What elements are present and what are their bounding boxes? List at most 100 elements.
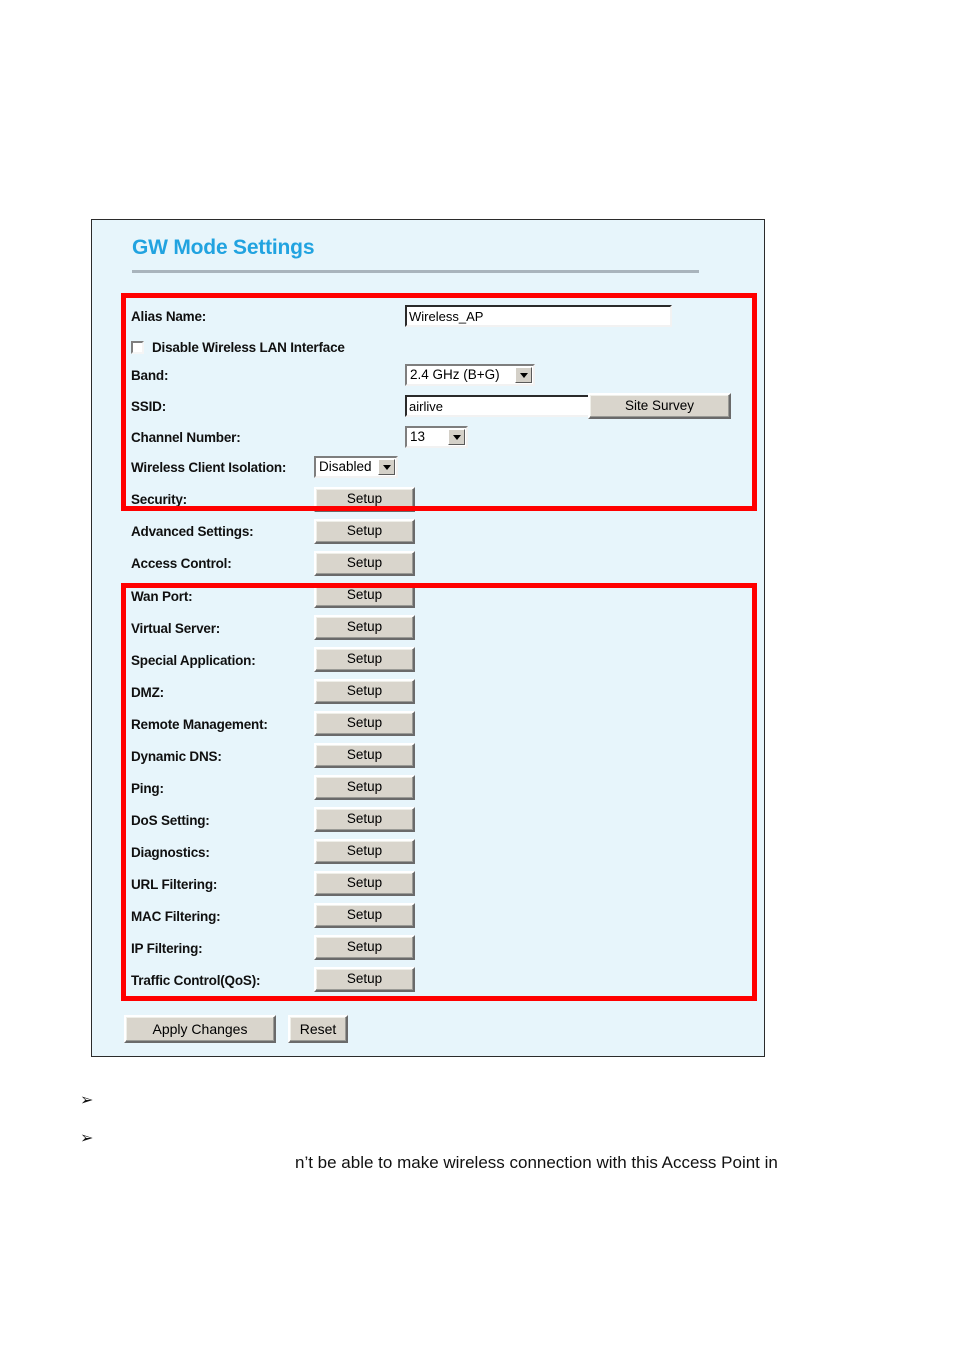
gw-mode-settings-panel: GW Mode Settings Alias Name: Disable Wir… (91, 219, 765, 1057)
dos-setting-setup-button[interactable]: Setup (314, 806, 415, 832)
traffic-control-control: Setup (314, 966, 415, 992)
reset-button[interactable]: Reset (288, 1015, 348, 1043)
alias-name-label: Alias Name: (131, 308, 207, 324)
diagnostics-label: Diagnostics: (131, 844, 210, 860)
dynamic-dns-control: Setup (314, 742, 415, 768)
dmz-control: Setup (314, 678, 415, 704)
remote-management-control: Setup (314, 710, 415, 736)
site-survey-button[interactable]: Site Survey (588, 393, 731, 419)
access-control-label: Access Control: (131, 555, 232, 571)
advanced-settings-control: Setup (314, 518, 415, 544)
access-control-setup-button[interactable]: Setup (314, 550, 415, 576)
ping-control: Setup (314, 774, 415, 800)
disable-wlan-checkbox[interactable] (131, 340, 144, 354)
channel-number-select-value: 13 (410, 429, 426, 444)
client-isolation-control: Disabled (314, 454, 398, 480)
advanced-settings-label: Advanced Settings: (131, 523, 254, 539)
channel-number-label: Channel Number: (131, 429, 241, 445)
bullet-marker-1: ➢ (80, 1092, 94, 1109)
client-isolation-select[interactable]: Disabled (314, 456, 398, 478)
row-wan-port: Wan Port: (131, 583, 193, 609)
row-band: Band: (131, 362, 168, 388)
band-label: Band: (131, 367, 169, 383)
settings-form: Alias Name: Disable Wireless LAN Interfa… (92, 220, 764, 1056)
remote-management-setup-button[interactable]: Setup (314, 710, 415, 736)
row-channel-number: Channel Number: (131, 424, 241, 450)
site-survey-control: Site Survey (588, 393, 731, 419)
row-special-application: Special Application: (131, 647, 256, 673)
dos-setting-control: Setup (314, 806, 415, 832)
dynamic-dns-setup-button[interactable]: Setup (314, 742, 415, 768)
chevron-down-icon[interactable] (448, 429, 465, 445)
alias-name-input[interactable] (405, 305, 672, 327)
client-isolation-label: Wireless Client Isolation: (131, 459, 287, 475)
diagnostics-control: Setup (314, 838, 415, 864)
special-application-control: Setup (314, 646, 415, 672)
row-mac-filtering: MAC Filtering: (131, 903, 221, 929)
row-client-isolation: Wireless Client Isolation: (131, 454, 286, 480)
traffic-control-label: Traffic Control(QoS): (131, 972, 261, 988)
ping-setup-button[interactable]: Setup (314, 774, 415, 800)
special-application-label: Special Application: (131, 652, 256, 668)
ping-label: Ping: (131, 780, 164, 796)
mac-filtering-control: Setup (314, 902, 415, 928)
row-security: Security: (131, 486, 187, 512)
row-remote-management: Remote Management: (131, 711, 268, 737)
row-ip-filtering: IP Filtering: (131, 935, 203, 961)
chevron-down-icon[interactable] (515, 367, 532, 383)
band-select-value: 2.4 GHz (B+G) (410, 367, 500, 382)
dynamic-dns-label: Dynamic DNS: (131, 748, 222, 764)
virtual-server-setup-button[interactable]: Setup (314, 614, 415, 640)
row-ping: Ping: (131, 775, 164, 801)
ip-filtering-control: Setup (314, 934, 415, 960)
url-filtering-setup-button[interactable]: Setup (314, 870, 415, 896)
channel-number-select[interactable]: 13 (405, 426, 468, 448)
url-filtering-control: Setup (314, 870, 415, 896)
bullet-marker-2: ➢ (80, 1130, 94, 1147)
virtual-server-control: Setup (314, 614, 415, 640)
row-dos-setting: DoS Setting: (131, 807, 210, 833)
traffic-control-setup-button[interactable]: Setup (314, 966, 415, 992)
remote-management-label: Remote Management: (131, 716, 268, 732)
row-disable-wlan: Disable Wireless LAN Interface (131, 334, 345, 360)
row-virtual-server: Virtual Server: (131, 615, 220, 641)
url-filtering-label: URL Filtering: (131, 876, 218, 892)
row-diagnostics: Diagnostics: (131, 839, 210, 865)
body-paragraph-line: n’t be able to make wireless connection … (295, 1153, 778, 1172)
channel-number-control: 13 (405, 424, 468, 450)
row-url-filtering: URL Filtering: (131, 871, 217, 897)
ip-filtering-label: IP Filtering: (131, 940, 203, 956)
mac-filtering-label: MAC Filtering: (131, 908, 221, 924)
apply-changes-button[interactable]: Apply Changes (124, 1015, 276, 1043)
row-dmz: DMZ: (131, 679, 164, 705)
band-control: 2.4 GHz (B+G) (405, 362, 535, 388)
row-alias-name: Alias Name: (131, 303, 206, 329)
advanced-settings-setup-button[interactable]: Setup (314, 518, 415, 544)
dmz-setup-button[interactable]: Setup (314, 678, 415, 704)
wan-port-control: Setup (314, 582, 415, 608)
alias-name-control (405, 303, 672, 329)
ssid-label: SSID: (131, 398, 167, 414)
mac-filtering-setup-button[interactable]: Setup (314, 902, 415, 928)
dmz-label: DMZ: (131, 684, 164, 700)
row-advanced-settings: Advanced Settings: (131, 518, 254, 544)
security-label: Security: (131, 491, 187, 507)
security-control: Setup (314, 486, 415, 512)
wan-port-setup-button[interactable]: Setup (314, 582, 415, 608)
disable-wlan-label: Disable Wireless LAN Interface (152, 339, 345, 355)
form-actions: Apply Changes Reset (124, 1015, 348, 1043)
access-control-control: Setup (314, 550, 415, 576)
row-traffic-control: Traffic Control(QoS): (131, 967, 260, 993)
ip-filtering-setup-button[interactable]: Setup (314, 934, 415, 960)
row-dynamic-dns: Dynamic DNS: (131, 743, 222, 769)
virtual-server-label: Virtual Server: (131, 620, 221, 636)
security-setup-button[interactable]: Setup (314, 486, 415, 512)
band-select[interactable]: 2.4 GHz (B+G) (405, 364, 535, 386)
wan-port-label: Wan Port: (131, 588, 193, 604)
special-application-setup-button[interactable]: Setup (314, 646, 415, 672)
dos-setting-label: DoS Setting: (131, 812, 210, 828)
row-access-control: Access Control: (131, 550, 232, 576)
row-ssid: SSID: (131, 393, 166, 419)
chevron-down-icon[interactable] (378, 459, 395, 475)
diagnostics-setup-button[interactable]: Setup (314, 838, 415, 864)
